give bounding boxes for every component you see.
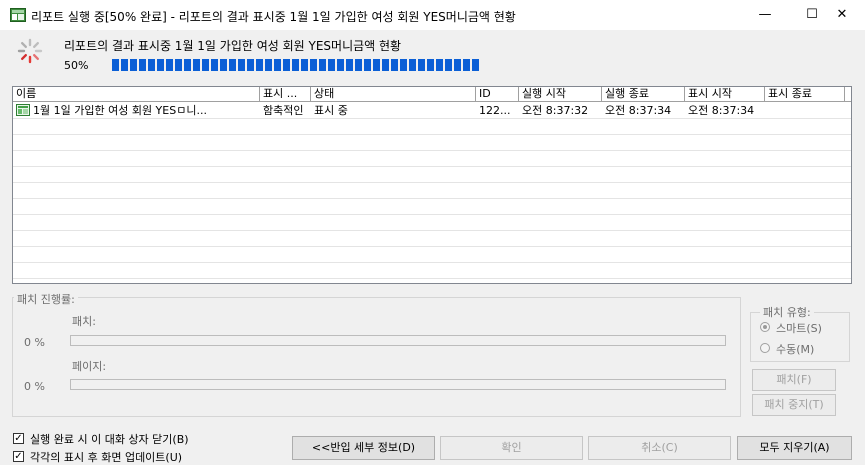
progress-bar bbox=[112, 58, 848, 72]
smart-radio-label[interactable]: 스마트(S) bbox=[776, 320, 822, 336]
column-header-status[interactable]: 상태 bbox=[311, 87, 476, 101]
batch-type-group-label: 패치 유형: bbox=[760, 304, 814, 320]
column-header-run-end[interactable]: 실행 종료 bbox=[602, 87, 685, 101]
close-on-complete-label[interactable]: 실행 완료 시 이 대화 상자 닫기(B) bbox=[30, 431, 189, 447]
progress-percent: 50% bbox=[64, 59, 89, 72]
cell-name: 1월 1일 가입한 여성 회원 YESㅁ니... bbox=[33, 104, 207, 117]
app-icon bbox=[10, 8, 26, 22]
batch-progress-group-label: 패치 진행률: bbox=[14, 291, 78, 307]
cell-display-end bbox=[765, 103, 848, 118]
cell-display: 함축적인 bbox=[263, 104, 304, 117]
batch-button[interactable]: 패치(F) bbox=[752, 369, 836, 391]
clear-all-button[interactable]: 모두 지우기(A) bbox=[737, 436, 852, 460]
batch-label: 패치: bbox=[72, 315, 96, 328]
window-title: 리포트 실행 중[50% 완료] - 리포트의 결과 표시중 1월 1일 가입한… bbox=[31, 10, 516, 24]
page-label: 페이지: bbox=[72, 360, 107, 373]
manual-radio-label[interactable]: 수동(M) bbox=[776, 341, 814, 357]
minimize-button[interactable]: — bbox=[742, 0, 788, 30]
batch-progress-bar bbox=[70, 335, 726, 346]
page-percent: 0 % bbox=[24, 380, 45, 393]
title-bar: 리포트 실행 중[50% 완료] - 리포트의 결과 표시중 1월 1일 가입한… bbox=[0, 0, 865, 30]
page-progress-bar bbox=[70, 379, 726, 390]
batch-progress-group bbox=[12, 297, 741, 417]
progress-bar-fill bbox=[112, 59, 480, 71]
report-title: 리포트의 결과 표시중 1월 1일 가입한 여성 회원 YES머니금액 현황 bbox=[64, 39, 402, 53]
cell-run-start: 오전 8:37:32 bbox=[522, 104, 589, 117]
column-header-display-start[interactable]: 표시 시작 bbox=[685, 87, 765, 101]
update-after-display-label[interactable]: 각각의 표시 후 화면 업데이트(U) bbox=[30, 449, 182, 465]
batch-percent: 0 % bbox=[24, 336, 45, 349]
column-header-id[interactable]: ID bbox=[476, 87, 519, 101]
report-list[interactable]: 이름 표시 ... 상태 ID 실행 시작 실행 종료 표시 시작 표시 종료 … bbox=[12, 86, 852, 284]
details-button[interactable]: <<반입 세부 정보(D) bbox=[292, 436, 435, 460]
manual-radio[interactable] bbox=[760, 343, 770, 353]
close-button[interactable]: ✕ bbox=[819, 0, 865, 30]
column-header-name[interactable]: 이름 bbox=[13, 87, 260, 101]
column-header-display[interactable]: 표시 ... bbox=[260, 87, 311, 101]
cell-status: 표시 중 bbox=[314, 104, 348, 117]
smart-radio[interactable] bbox=[760, 322, 770, 332]
report-row-icon bbox=[16, 104, 30, 116]
list-header: 이름 표시 ... 상태 ID 실행 시작 실행 종료 표시 시작 표시 종료 bbox=[13, 87, 851, 102]
column-header-run-start[interactable]: 실행 시작 bbox=[519, 87, 602, 101]
close-on-complete-checkbox[interactable]: ✓ bbox=[13, 433, 24, 444]
cancel-button[interactable]: 취소(C) bbox=[588, 436, 731, 460]
column-header-display-end[interactable]: 표시 종료 bbox=[765, 87, 845, 101]
ok-button[interactable]: 확인 bbox=[440, 436, 583, 460]
update-after-display-checkbox[interactable]: ✓ bbox=[13, 451, 24, 462]
cell-id: 122... bbox=[479, 104, 511, 117]
cell-run-end: 오전 8:37:34 bbox=[605, 104, 672, 117]
cell-display-start: 오전 8:37:34 bbox=[688, 104, 755, 117]
loading-spinner-icon bbox=[16, 37, 44, 65]
batch-stop-button[interactable]: 패치 중지(T) bbox=[752, 394, 836, 416]
